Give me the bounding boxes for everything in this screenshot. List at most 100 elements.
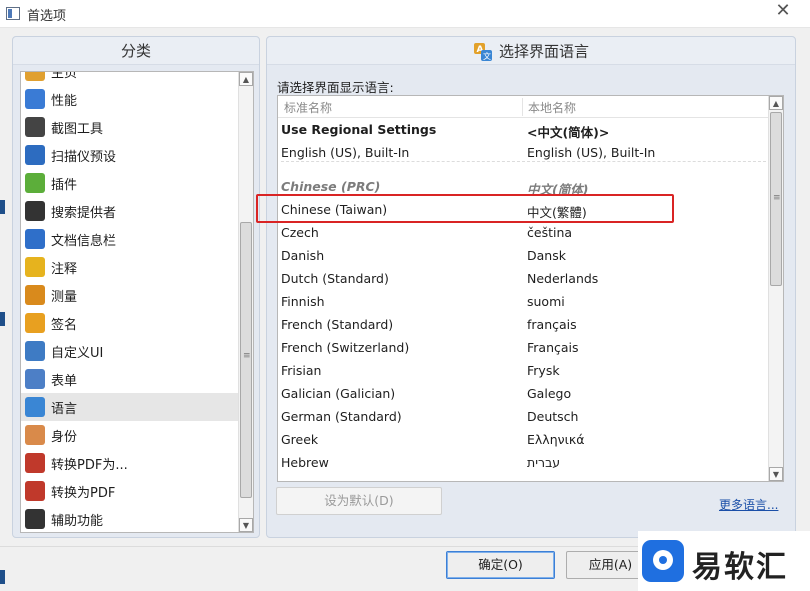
language-native-name: English (US), Built-In — [527, 145, 656, 160]
language-native-name: Ελληνικά — [527, 432, 585, 447]
language-name: Dutch (Standard) — [281, 271, 389, 286]
language-row[interactable]: Frisian Frysk — [278, 360, 768, 383]
language-row[interactable]: Finnish suomi — [278, 291, 768, 314]
scroll-up-arrow[interactable]: ▲ — [769, 96, 783, 110]
category-label: 搜索提供者 — [51, 205, 117, 221]
preferences-dialog: 分类 主页 性能 截图工具 扫描仪预设 插件 搜索提供者 文档信息栏 注释 测量 签名 自定义UI 表… — [0, 28, 810, 591]
user-icon — [25, 425, 45, 445]
category-label: 截图工具 — [51, 121, 104, 137]
category-item[interactable]: 注释 — [21, 253, 239, 281]
category-label: 自定义UI — [51, 345, 104, 361]
language-icon — [25, 397, 45, 417]
watermark-logo-icon — [642, 540, 684, 582]
category-item[interactable]: 主页 — [21, 72, 239, 85]
category-item[interactable]: 语言 — [21, 393, 239, 421]
category-list[interactable]: 主页 性能截图工具扫描仪预设插件搜索提供者文档信息栏注释测量签名自定义UI 表单语言… — [20, 71, 254, 533]
pdf-convert-icon — [25, 481, 45, 501]
pdf-export-icon — [25, 453, 45, 473]
scroll-down-arrow[interactable]: ▼ — [239, 518, 253, 532]
signature-icon — [25, 313, 45, 333]
category-label: 身份 — [51, 429, 78, 445]
scroll-thumb[interactable]: ≡ — [770, 112, 782, 286]
language-row[interactable]: English (US), Built-In English (US), Buil… — [278, 142, 768, 165]
category-label: 转换为PDF — [51, 485, 116, 501]
language-name: Galician (Galician) — [281, 386, 396, 401]
window-title: 首选项 — [27, 9, 67, 24]
binoculars-icon — [25, 201, 45, 221]
category-item[interactable]: 转换为PDF — [21, 477, 239, 505]
category-label: 插件 — [51, 177, 78, 193]
language-name: Frisian — [281, 363, 322, 378]
language-native-name: עברית — [527, 455, 561, 470]
language-name: Chinese (PRC) — [281, 179, 381, 194]
category-label: 辅助功能 — [51, 513, 104, 529]
language-native-name: <中文(简体)> — [527, 125, 610, 140]
language-panel: A 文 选择界面语言 请选择界面显示语言: 标准名称 本地名称 Use Regi… — [266, 36, 796, 538]
scroll-thumb[interactable]: ≡ — [240, 222, 252, 498]
category-item[interactable]: 签名 — [21, 309, 239, 337]
category-label: 语言 — [51, 401, 78, 417]
category-label: 测量 — [51, 289, 78, 305]
language-name: English (US), Built-In — [281, 145, 410, 160]
ok-button[interactable]: 确定(O) — [446, 551, 555, 579]
category-item[interactable]: 插件 — [21, 169, 239, 197]
category-label: 转换PDF为... — [51, 457, 128, 473]
category-item[interactable]: 表单 — [21, 365, 239, 393]
highlight-box — [256, 194, 674, 223]
language-row[interactable]: Galician (Galician) Galego — [278, 383, 768, 406]
column-header-native[interactable]: 本地名称 — [528, 99, 576, 116]
form-icon — [25, 369, 45, 389]
language-row[interactable]: Use Regional Settings <中文(简体)> — [278, 119, 768, 142]
table-header: 标准名称 本地名称 — [278, 96, 768, 118]
category-item[interactable]: 转换PDF为... — [21, 449, 239, 477]
category-label: 注释 — [51, 261, 78, 277]
category-item[interactable]: 搜索提供者 — [21, 197, 239, 225]
glasses-icon — [25, 509, 45, 529]
scroll-up-arrow[interactable]: ▲ — [239, 72, 253, 86]
language-native-name: Dansk — [527, 248, 566, 263]
close-icon[interactable]: ✕ — [771, 0, 795, 24]
category-panel: 分类 主页 性能 截图工具 扫描仪预设 插件 搜索提供者 文档信息栏 注释 测量 签名 自定义UI 表… — [12, 36, 260, 538]
language-row[interactable]: German (Standard) Deutsch — [278, 406, 768, 429]
set-default-button[interactable]: 设为默认(D) — [276, 487, 442, 515]
app-icon — [6, 7, 20, 20]
column-divider[interactable] — [522, 98, 523, 116]
category-scrollbar[interactable]: ▲ ≡ ▼ — [238, 72, 253, 532]
edge-fragment — [0, 570, 5, 584]
language-table[interactable]: 标准名称 本地名称 Use Regional Settings <中文(简体)> E… — [277, 95, 784, 482]
category-item[interactable]: 文档信息栏 — [21, 225, 239, 253]
language-row[interactable]: Greek Ελληνικά — [278, 429, 768, 452]
scroll-grip-icon: ≡ — [773, 193, 781, 203]
watermark-text: 易软汇 — [692, 550, 788, 585]
category-label: 扫描仪预设 — [51, 149, 117, 165]
category-item[interactable]: 身份 — [21, 421, 239, 449]
category-item[interactable]: 自定义UI — [21, 337, 239, 365]
watermark: 易软汇 — [638, 531, 810, 591]
gauge-icon — [25, 89, 45, 109]
column-header-name[interactable]: 标准名称 — [284, 99, 332, 116]
language-row[interactable]: French (Standard) français — [278, 314, 768, 337]
language-scrollbar[interactable]: ▲ ≡ ▼ — [768, 96, 783, 481]
language-name: Czech — [281, 225, 319, 240]
language-icon: A 文 — [473, 42, 492, 61]
category-label: 文档信息栏 — [51, 233, 117, 249]
category-item[interactable]: 辅助功能 — [21, 505, 239, 532]
language-name: Greek — [281, 432, 319, 447]
language-row[interactable]: Danish Dansk — [278, 245, 768, 268]
category-label: 表单 — [51, 373, 78, 389]
language-name: Finnish — [281, 294, 325, 309]
language-row[interactable]: Hebrew עברית — [278, 452, 768, 475]
language-name: Hebrew — [281, 455, 329, 470]
scroll-down-arrow[interactable]: ▼ — [769, 467, 783, 481]
customize-icon — [25, 341, 45, 361]
more-languages-link[interactable]: 更多语言... — [719, 496, 778, 513]
category-item[interactable]: 扫描仪预设 — [21, 141, 239, 169]
category-item[interactable]: 截图工具 — [21, 113, 239, 141]
language-native-name: suomi — [527, 294, 565, 309]
language-native-name: Galego — [527, 386, 572, 401]
category-item[interactable]: 性能 — [21, 85, 239, 113]
language-row[interactable]: Dutch (Standard) Nederlands — [278, 268, 768, 291]
category-item[interactable]: 测量 — [21, 281, 239, 309]
language-row[interactable]: Czech čeština — [278, 222, 768, 245]
language-row[interactable]: French (Switzerland) Français — [278, 337, 768, 360]
